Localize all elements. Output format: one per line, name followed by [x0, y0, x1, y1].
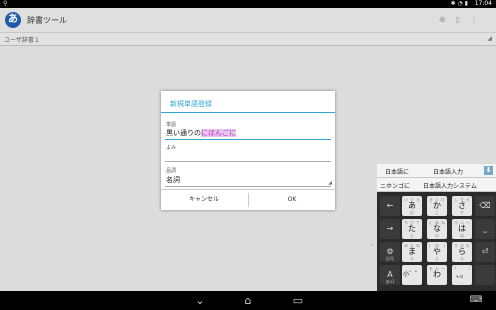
pos-underline: [165, 186, 331, 187]
flick-hint: せ: [466, 197, 470, 202]
ime-keyboard: 日本語に 日本語入力 ⬇ ニホンゴに 日本語入力システム ← あいうえおかきくけこ…: [377, 164, 496, 291]
flick-hint: ほ: [460, 233, 464, 238]
dialog-button-bar: キャンセル OK: [161, 189, 335, 210]
key-2-3[interactable]: らりるれろ: [452, 242, 472, 262]
input-mode-toggle[interactable]: A あa1: [380, 265, 400, 285]
flick-hint: こ: [435, 210, 439, 215]
keyboard-collapse-handle[interactable]: ‹: [371, 241, 374, 249]
candidate-row-1: 日本語に 日本語入力 ⬇: [377, 164, 496, 178]
enter-icon[interactable]: ⏎: [475, 242, 495, 262]
backspace-icon[interactable]: ⌫: [475, 196, 495, 216]
flick-hint: ): [443, 243, 445, 248]
flick-hint: ね: [441, 220, 445, 225]
flick-hint: れ: [466, 243, 470, 248]
key-1-2[interactable]: なにぬねの: [427, 219, 447, 239]
status-icons: ✱ ◔ ▮: [450, 0, 468, 7]
ok-button[interactable]: OK: [249, 190, 335, 210]
key-3-2[interactable]: わをんー: [427, 265, 447, 285]
candidate[interactable]: 日本語入力: [433, 167, 463, 176]
key-label: ⏎: [481, 247, 489, 256]
status-time: 17:04: [474, 0, 492, 7]
dialog-title-divider: [161, 112, 335, 113]
key-label: 小゛゜: [402, 271, 421, 278]
dialog-title: 新規単語登録: [170, 100, 212, 108]
key-label: ⎵: [483, 224, 487, 233]
new-word-dialog: 新規単語登録 単語 黒い通りのにほんごに よみ 品詞 名詞 ◢ キャンセル OK: [161, 91, 335, 210]
flick-hint: ー: [441, 266, 445, 271]
keyboard-icon[interactable]: ⌨: [466, 291, 486, 310]
add-icon[interactable]: ⊕: [439, 15, 456, 24]
word-text: 黒い通りの: [166, 129, 201, 137]
dictionary-label: ユーザ辞書１: [4, 37, 40, 44]
cancel-button[interactable]: キャンセル: [161, 190, 247, 210]
flick-hint: …: [460, 280, 464, 285]
word-field-underline: [165, 139, 331, 140]
reading-field-label: よみ: [166, 145, 177, 151]
candidate[interactable]: ニホンゴに: [380, 181, 410, 190]
flick-hint: て: [416, 220, 420, 225]
word-field-label: 単語: [166, 122, 177, 128]
app-title: 辞書ツール: [27, 16, 67, 25]
space-icon[interactable]: ⎵: [475, 219, 495, 239]
key-sublabel: 記号: [386, 256, 394, 261]
left-arrow-icon[interactable]: ←: [380, 196, 400, 216]
composing-text: にほんごに: [201, 129, 236, 137]
key-1-3[interactable]: はひふへほ: [452, 219, 472, 239]
key-label: →: [386, 224, 394, 233]
key-2-2[interactable]: や(ゆ) よ: [427, 242, 447, 262]
key-2-1[interactable]: まみむめも: [402, 242, 422, 262]
usb-icon: ⚲: [3, 0, 8, 7]
action-bar: あ 辞書ツール ⊕▯⋮: [0, 8, 496, 33]
right-arrow-icon[interactable]: →: [380, 219, 400, 239]
pos-label: 品詞: [166, 168, 177, 174]
candidate-row-2: ニホンゴに 日本語入力システム: [377, 178, 496, 192]
home-icon[interactable]: ⌂: [238, 291, 258, 310]
status-bar: ⚲ ✱ ◔ ▮ 17:04: [0, 0, 496, 8]
key-3-1[interactable]: 小゛゜: [402, 265, 422, 285]
key-label: ⌫: [479, 201, 491, 210]
key-sublabel: あa1: [385, 279, 395, 284]
reading-field-underline: [165, 161, 331, 162]
key-0-2[interactable]: かきくけこ: [427, 196, 447, 216]
delete-icon[interactable]: ▯: [456, 15, 470, 24]
flick-hint: も: [410, 256, 414, 261]
navigation-bar: ⌄ ⌂ ▭ ⌨: [0, 291, 496, 310]
chevron-down-icon[interactable]: ⬇: [484, 166, 493, 175]
key-label: ←: [386, 201, 394, 210]
flick-hint: の: [435, 233, 439, 238]
overflow-menu-icon[interactable]: ⋮: [470, 15, 488, 24]
key-0-1[interactable]: あいうえお: [402, 196, 422, 216]
flick-hint: !: [468, 266, 470, 271]
flick-hint: ろ: [460, 256, 464, 261]
dropdown-arrow-icon: ◢: [487, 35, 492, 42]
flick-hint: よ: [435, 256, 439, 261]
flick-hint: お: [410, 210, 414, 215]
candidate[interactable]: 日本語に: [385, 167, 409, 176]
key-0-3[interactable]: さしすせそ: [452, 196, 472, 216]
settings-icon[interactable]: ⚙ 記号: [380, 242, 400, 262]
action-icons: ⊕▯⋮: [439, 15, 488, 24]
key-1-1[interactable]: たちつてと: [402, 219, 422, 239]
back-icon[interactable]: ⌄: [190, 291, 210, 310]
app-icon[interactable]: あ: [5, 12, 21, 28]
flick-hint: え: [416, 197, 420, 202]
pos-select[interactable]: 名詞: [166, 175, 180, 185]
candidate[interactable]: 日本語入力システム: [423, 181, 477, 190]
recents-icon[interactable]: ▭: [288, 291, 308, 310]
flick-hint: め: [416, 243, 420, 248]
flick-hint: と: [410, 233, 414, 238]
word-field[interactable]: 黒い通りのにほんごに: [166, 128, 236, 138]
key-3-3[interactable]: 、。?!…: [452, 265, 472, 285]
flick-hint: ?: [454, 266, 457, 271]
flick-hint: け: [441, 197, 445, 202]
dictionary-selector[interactable]: ユーザ辞書１ ◢: [0, 33, 496, 46]
flick-hint: へ: [466, 220, 470, 225]
key-3-4: [475, 265, 495, 285]
flick-hint: そ: [460, 210, 464, 215]
